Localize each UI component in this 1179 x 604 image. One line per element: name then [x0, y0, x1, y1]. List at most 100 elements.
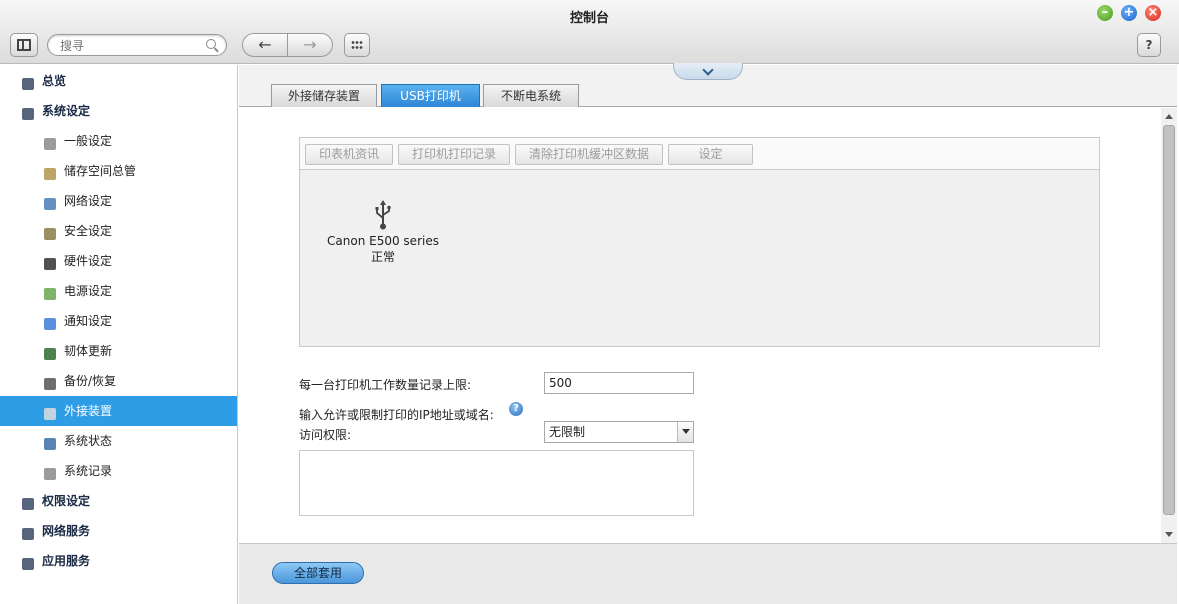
maximize-icon[interactable]: + — [1121, 5, 1137, 21]
overview-icon — [20, 73, 36, 90]
sidebar-item-label: 系统设定 — [42, 104, 91, 118]
search-icon[interactable] — [206, 39, 216, 49]
main-panel: 外接储存装置 USB打印机 不断电系统 印表机资讯 打印机打印记录 清除打印机缓… — [239, 63, 1177, 604]
access-permission-select[interactable]: 无限制 — [544, 421, 694, 443]
sidebar-item[interactable]: 备份/恢复 — [0, 366, 237, 396]
gear-icon — [20, 103, 36, 120]
job-limit-label: 每一台打印机工作数量记录上限: — [299, 378, 472, 392]
search-box[interactable] — [47, 34, 227, 56]
printer-info-button[interactable]: 印表机资讯 — [305, 144, 393, 165]
sidebar-item[interactable]: 安全设定 — [0, 216, 237, 246]
grid-icon — [351, 40, 363, 50]
sidebar-item[interactable]: 硬件设定 — [0, 246, 237, 276]
sidebar: 总览系统设定一般设定储存空间总管 网络设定安全设定硬件设定电源设定通知设定韧体更新… — [0, 65, 238, 604]
close-icon[interactable]: × — [1145, 5, 1161, 21]
ip-filter-label: 输入允许或限制打印的IP地址或域名: — [299, 408, 494, 422]
access-permission-value: 无限制 — [549, 425, 586, 439]
job-limit-input[interactable]: 500 — [544, 372, 694, 394]
tab-ups[interactable]: 不断电系统 — [483, 84, 579, 107]
sidebar-item-label: 硬件设定 — [64, 254, 113, 268]
notification-icon — [42, 313, 58, 330]
print-log-button[interactable]: 打印机打印记录 — [398, 144, 510, 165]
sidebar-item-label: 权限设定 — [42, 494, 91, 508]
sidebar-item[interactable]: 系统状态 — [0, 426, 237, 456]
printer-toolbar: 印表机资讯 打印机打印记录 清除打印机缓冲区数据 设定 — [300, 138, 1099, 170]
title-bar: 控制台 – + × ← → ? — [0, 0, 1179, 64]
apply-all-button[interactable]: 全部套用 — [272, 562, 364, 584]
sidebar-item-label: 一般设定 — [64, 134, 113, 148]
sidebar-item-label: 应用服务 — [42, 554, 91, 568]
printer-panel: 印表机资讯 打印机打印记录 清除打印机缓冲区数据 设定 Canon E500 s… — [299, 137, 1100, 347]
general-settings-icon — [42, 133, 58, 150]
sidebar-item-label: 通知设定 — [64, 314, 113, 328]
scroll-down-icon[interactable] — [1165, 532, 1173, 537]
globe-icon — [20, 523, 36, 540]
sidebar-item-label: 外接装置 — [64, 404, 113, 418]
app-service-icon — [20, 553, 36, 570]
sidebar-item-label: 电源设定 — [64, 284, 113, 298]
sidebar-item-label: 备份/恢复 — [64, 374, 117, 388]
sidebar-item[interactable]: 外接装置 — [0, 396, 237, 426]
hardware-icon — [42, 253, 58, 270]
sidebar-item[interactable]: 储存空间总管 — [0, 156, 237, 186]
power-icon — [42, 283, 58, 300]
chevron-down-icon[interactable] — [677, 422, 693, 442]
help-button[interactable]: ? — [1137, 33, 1161, 57]
sidebar-item-label: 网络设定 — [64, 194, 113, 208]
sidebar-item[interactable]: 系统设定 — [0, 96, 237, 126]
sidebar-item[interactable]: 系统记录 — [0, 456, 237, 486]
sidebar-item-label: 总览 — [42, 74, 67, 88]
sidebar-item[interactable]: 总览 — [0, 66, 237, 96]
help-info-icon[interactable]: ? — [509, 402, 523, 416]
scroll-up-icon[interactable] — [1165, 114, 1173, 119]
sidebar-toggle-button[interactable] — [10, 33, 38, 57]
scroll-thumb[interactable] — [1163, 125, 1175, 515]
clear-spool-button[interactable]: 清除打印机缓冲区数据 — [515, 144, 663, 165]
lock-icon — [42, 223, 58, 240]
vertical-scrollbar[interactable] — [1161, 108, 1177, 543]
sidebar-item[interactable]: 网络设定 — [0, 186, 237, 216]
search-input[interactable] — [60, 38, 200, 53]
minimize-icon[interactable]: – — [1097, 5, 1113, 21]
content-area: 印表机资讯 打印机打印记录 清除打印机缓冲区数据 设定 Canon E500 s… — [239, 108, 1161, 543]
storage-icon — [42, 163, 58, 180]
usb-icon — [375, 200, 391, 230]
tab-usb-printer[interactable]: USB打印机 — [381, 84, 480, 107]
monitor-icon — [42, 433, 58, 450]
access-permission-label: 访问权限: — [299, 428, 352, 442]
tab-external-storage[interactable]: 外接储存装置 — [271, 84, 377, 107]
printer-item[interactable]: Canon E500 series 正常 — [318, 200, 448, 265]
sidebar-layout-icon — [17, 39, 31, 51]
sidebar-item-label: 韧体更新 — [64, 344, 113, 358]
network-icon — [42, 193, 58, 210]
sidebar-item[interactable]: 权限设定 — [0, 486, 237, 516]
sidebar-item-label: 储存空间总管 — [64, 164, 137, 178]
sidebar-item-label: 系统状态 — [64, 434, 113, 448]
chevron-down-icon — [702, 64, 714, 76]
sidebar-item-label: 系统记录 — [64, 464, 113, 478]
sidebar-item-label: 网络服务 — [42, 524, 91, 538]
sidebar-item[interactable]: 通知设定 — [0, 306, 237, 336]
footer-bar: 全部套用 — [239, 543, 1177, 604]
window-title: 控制台 — [569, 11, 609, 26]
sidebar-item[interactable]: 电源设定 — [0, 276, 237, 306]
printer-status: 正常 — [370, 250, 395, 264]
sidebar-item[interactable]: 韧体更新 — [0, 336, 237, 366]
firmware-icon — [42, 343, 58, 360]
collapse-toggle[interactable] — [673, 63, 743, 80]
printer-name: Canon E500 series — [327, 234, 439, 248]
tab-strip: 外接储存装置 USB打印机 不断电系统 — [239, 63, 1177, 107]
back-button[interactable]: ← — [242, 33, 288, 57]
apps-grid-button[interactable] — [344, 33, 370, 57]
backup-icon — [42, 373, 58, 390]
sidebar-item[interactable]: 一般设定 — [0, 126, 237, 156]
printer-settings-button[interactable]: 设定 — [668, 144, 753, 165]
ip-list-textarea[interactable] — [299, 450, 694, 516]
sidebar-item[interactable]: 网络服务 — [0, 516, 237, 546]
sidebar-item-label: 安全设定 — [64, 224, 113, 238]
user-icon — [20, 493, 36, 510]
log-icon — [42, 463, 58, 480]
sidebar-item[interactable]: 应用服务 — [0, 546, 237, 576]
forward-button[interactable]: → — [287, 33, 333, 57]
external-device-icon — [42, 403, 58, 420]
